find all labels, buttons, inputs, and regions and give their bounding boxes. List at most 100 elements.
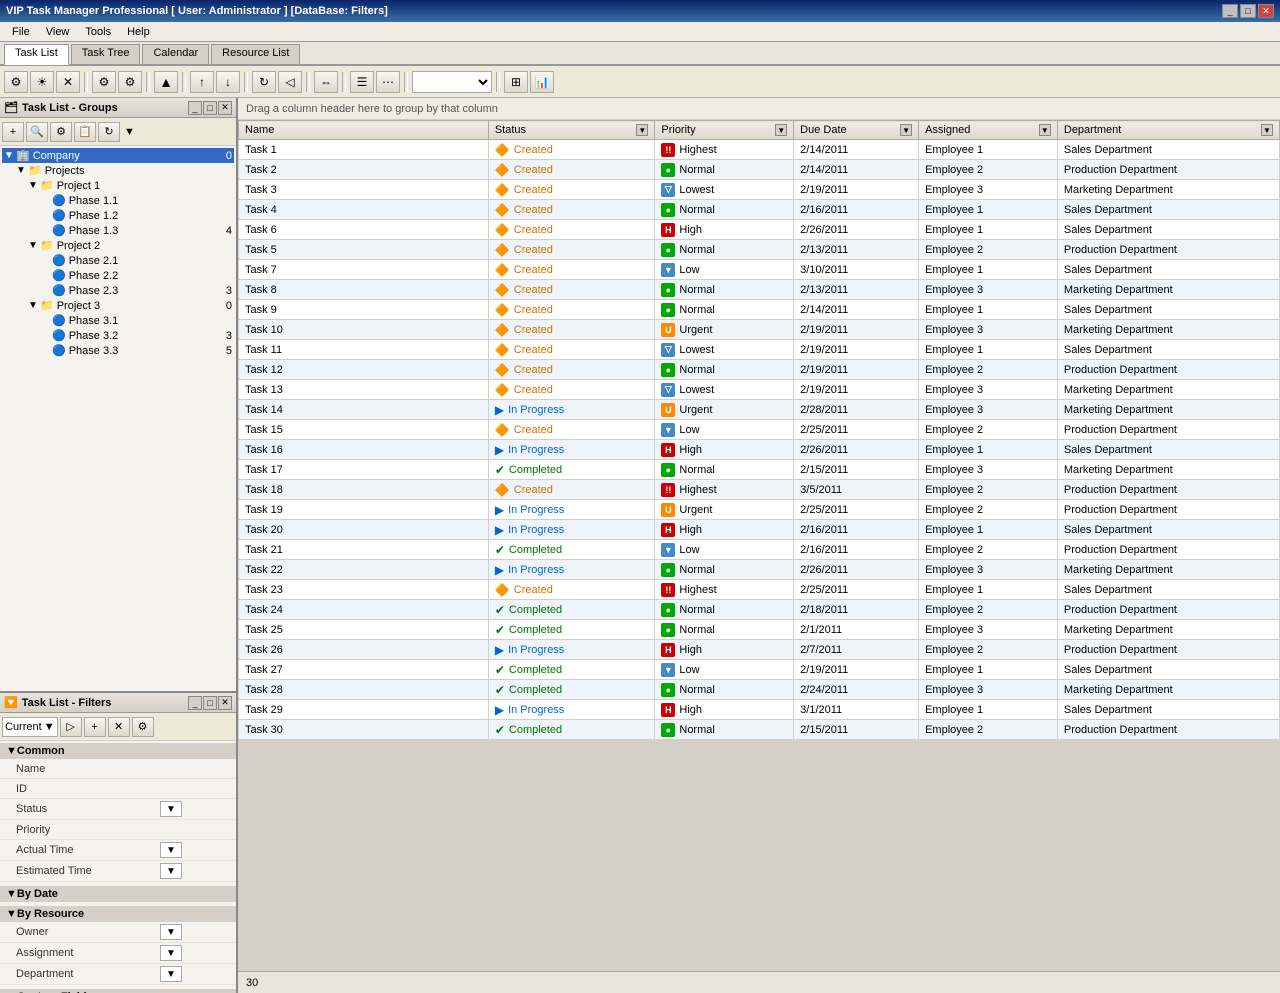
tree-toggle-company[interactable]: ▼	[4, 150, 16, 161]
filter-owner-dropdown[interactable]: ▼	[160, 924, 182, 940]
filter-current-dropdown[interactable]: Current ▼	[2, 717, 58, 737]
table-row[interactable]: Task 8 🔶 Created ● Normal 2/13/2011 Empl…	[239, 280, 1280, 300]
filter-common-header[interactable]: ▼ Common	[0, 743, 236, 759]
tree-item-phase11[interactable]: 🔵 Phase 1.1	[38, 193, 234, 208]
col-header-department[interactable]: Department ▼	[1057, 121, 1279, 140]
groups-refresh-btn[interactable]: ↻	[98, 122, 120, 142]
toolbar-grid-btn[interactable]: ⊞	[504, 71, 528, 93]
toolbar-btn-3[interactable]: ✕	[56, 71, 80, 93]
filters-panel-minimize[interactable]: _	[188, 696, 202, 710]
tree-toggle-project3[interactable]: ▼	[28, 300, 40, 311]
col-header-name[interactable]: Name	[239, 121, 489, 140]
toolbar-btn-2[interactable]: ☀	[30, 71, 54, 93]
toolbar-chart-btn[interactable]: 📊	[530, 71, 554, 93]
table-row[interactable]: Task 16 ▶ In Progress H High 2/26/2011 E…	[239, 440, 1280, 460]
table-row[interactable]: Task 1 🔶 Created !! Highest 2/14/2011 Em…	[239, 140, 1280, 160]
filter-byresource-header[interactable]: ▼ By Resource	[0, 906, 236, 922]
table-row[interactable]: Task 7 🔶 Created ▼ Low 3/10/2011 Employe…	[239, 260, 1280, 280]
table-row[interactable]: Task 6 🔶 Created H High 2/26/2011 Employ…	[239, 220, 1280, 240]
table-row[interactable]: Task 15 🔶 Created ▼ Low 2/25/2011 Employ…	[239, 420, 1280, 440]
table-row[interactable]: Task 20 ▶ In Progress H High 2/16/2011 E…	[239, 520, 1280, 540]
filter-status-dropdown[interactable]: ▼	[160, 801, 182, 817]
tab-resource-list[interactable]: Resource List	[211, 44, 300, 64]
duedate-filter-btn[interactable]: ▼	[900, 124, 912, 136]
tree-toggle-projects[interactable]: ▼	[16, 165, 28, 176]
table-row[interactable]: Task 9 🔶 Created ● Normal 2/14/2011 Empl…	[239, 300, 1280, 320]
col-header-duedate[interactable]: Due Date ▼	[794, 121, 919, 140]
tree-item-project3[interactable]: ▼ 📁 Project 3 0	[26, 298, 234, 313]
tab-calendar[interactable]: Calendar	[142, 44, 209, 64]
groups-config-btn[interactable]: 📋	[74, 122, 96, 142]
tree-item-phase22[interactable]: 🔵 Phase 2.2	[38, 268, 234, 283]
tree-item-phase32[interactable]: 🔵 Phase 3.2 3	[38, 328, 234, 343]
filter-bydate-header[interactable]: ▼ By Date	[0, 886, 236, 902]
filter-settings-btn[interactable]: ⚙	[132, 717, 154, 737]
table-row[interactable]: Task 26 ▶ In Progress H High 2/7/2011 Em…	[239, 640, 1280, 660]
filters-panel-close[interactable]: ✕	[218, 696, 232, 710]
groups-panel-close[interactable]: ✕	[218, 101, 232, 115]
tab-task-list[interactable]: Task List	[4, 44, 69, 65]
department-filter-btn[interactable]: ▼	[1261, 124, 1273, 136]
assigned-filter-btn[interactable]: ▼	[1039, 124, 1051, 136]
toolbar-refresh[interactable]: ↻	[252, 71, 276, 93]
close-button[interactable]: ✕	[1258, 4, 1274, 18]
table-row[interactable]: Task 23 🔶 Created !! Highest 2/25/2011 E…	[239, 580, 1280, 600]
table-row[interactable]: Task 13 🔶 Created ▽ Lowest 2/19/2011 Emp…	[239, 380, 1280, 400]
table-row[interactable]: Task 3 🔶 Created ▽ Lowest 2/19/2011 Empl…	[239, 180, 1280, 200]
filter-add-btn[interactable]: +	[84, 717, 106, 737]
tree-toggle-project2[interactable]: ▼	[28, 240, 40, 251]
table-row[interactable]: Task 12 🔶 Created ● Normal 2/19/2011 Emp…	[239, 360, 1280, 380]
tab-task-tree[interactable]: Task Tree	[71, 44, 141, 64]
col-header-assigned[interactable]: Assigned ▼	[919, 121, 1058, 140]
toolbar-move-down[interactable]: ↓	[216, 71, 240, 93]
menu-help[interactable]: Help	[119, 24, 158, 40]
tree-item-project2[interactable]: ▼ 📁 Project 2	[26, 238, 234, 253]
filter-estimatedtime-dropdown[interactable]: ▼	[160, 863, 182, 879]
toolbar-btn-5[interactable]: ⚙	[118, 71, 142, 93]
tree-item-phase13[interactable]: 🔵 Phase 1.3 4	[38, 223, 234, 238]
toolbar-btn-1[interactable]: ⚙	[4, 71, 28, 93]
task-table-container[interactable]: Name Status ▼ Priority ▼	[238, 120, 1280, 971]
col-header-priority[interactable]: Priority ▼	[655, 121, 794, 140]
table-row[interactable]: Task 19 ▶ In Progress U Urgent 2/25/2011…	[239, 500, 1280, 520]
menu-tools[interactable]: Tools	[77, 24, 119, 40]
filters-panel-restore[interactable]: □	[203, 696, 217, 710]
table-row[interactable]: Task 21 ✔ Completed ▼ Low 2/16/2011 Empl…	[239, 540, 1280, 560]
groups-search-btn[interactable]: 🔍	[26, 122, 48, 142]
toolbar-btn-6[interactable]: ◁	[278, 71, 302, 93]
tree-item-project1[interactable]: ▼ 📁 Project 1	[26, 178, 234, 193]
filter-apply-btn[interactable]: ▷	[60, 717, 82, 737]
table-row[interactable]: Task 2 🔶 Created ● Normal 2/14/2011 Empl…	[239, 160, 1280, 180]
minimize-button[interactable]: _	[1222, 4, 1238, 18]
table-row[interactable]: Task 24 ✔ Completed ● Normal 2/18/2011 E…	[239, 600, 1280, 620]
toolbar-btn-9[interactable]: ⋯	[376, 71, 400, 93]
menu-view[interactable]: View	[38, 24, 78, 40]
toolbar-move-up[interactable]: ▲	[154, 71, 178, 93]
table-row[interactable]: Task 10 🔶 Created U Urgent 2/19/2011 Emp…	[239, 320, 1280, 340]
toolbar-btn-8[interactable]: ☰	[350, 71, 374, 93]
tree-toggle-project1[interactable]: ▼	[28, 180, 40, 191]
table-row[interactable]: Task 11 🔶 Created ▽ Lowest 2/19/2011 Emp…	[239, 340, 1280, 360]
tree-item-phase12[interactable]: 🔵 Phase 1.2	[38, 208, 234, 223]
table-row[interactable]: Task 18 🔶 Created !! Highest 3/5/2011 Em…	[239, 480, 1280, 500]
toolbar-btn-4[interactable]: ⚙	[92, 71, 116, 93]
filter-actualtime-dropdown[interactable]: ▼	[160, 842, 182, 858]
table-row[interactable]: Task 14 ▶ In Progress U Urgent 2/28/2011…	[239, 400, 1280, 420]
groups-filter-btn[interactable]: ⚙	[50, 122, 72, 142]
filter-department-dropdown[interactable]: ▼	[160, 966, 182, 982]
tree-item-phase33[interactable]: 🔵 Phase 3.3 5	[38, 343, 234, 358]
maximize-button[interactable]: □	[1240, 4, 1256, 18]
table-row[interactable]: Task 4 🔶 Created ● Normal 2/16/2011 Empl…	[239, 200, 1280, 220]
toolbar-view-dropdown[interactable]	[412, 71, 492, 93]
groups-dropdown-arrow[interactable]: ▼	[124, 126, 135, 138]
tree-item-phase21[interactable]: 🔵 Phase 2.1	[38, 253, 234, 268]
table-row[interactable]: Task 5 🔶 Created ● Normal 2/13/2011 Empl…	[239, 240, 1280, 260]
toolbar-btn-7[interactable]: ⇔	[314, 71, 338, 93]
tree-item-phase31[interactable]: 🔵 Phase 3.1	[38, 313, 234, 328]
groups-panel-restore[interactable]: □	[203, 101, 217, 115]
toolbar-move-up2[interactable]: ↑	[190, 71, 214, 93]
table-row[interactable]: Task 25 ✔ Completed ● Normal 2/1/2011 Em…	[239, 620, 1280, 640]
filter-assignment-dropdown[interactable]: ▼	[160, 945, 182, 961]
menu-file[interactable]: File	[4, 24, 38, 40]
filter-customfields-header[interactable]: ▼ Custom Fields	[0, 989, 236, 993]
